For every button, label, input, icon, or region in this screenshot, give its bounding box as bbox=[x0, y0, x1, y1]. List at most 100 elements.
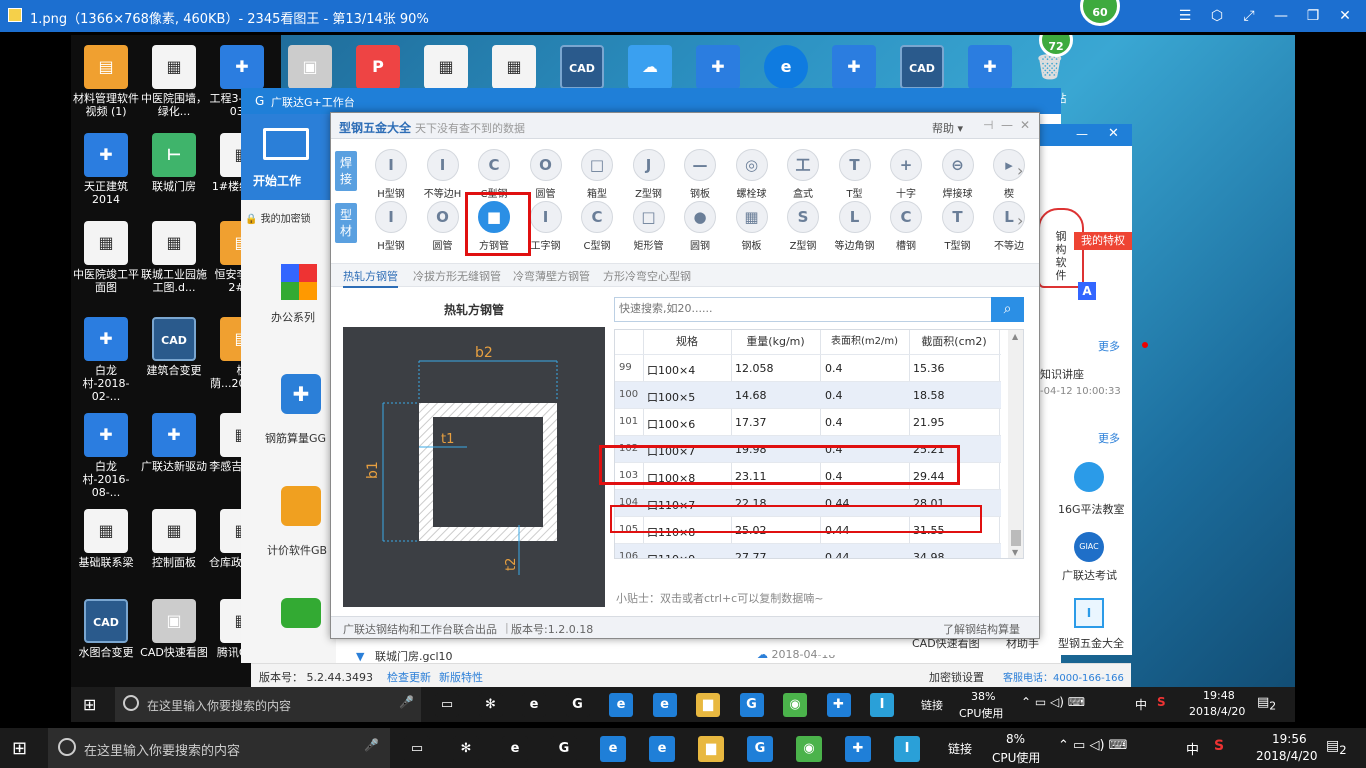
weld-shape-button[interactable]: □ 箱型 bbox=[575, 149, 619, 200]
fan-icon[interactable]: ✻ bbox=[478, 693, 503, 717]
recent-file[interactable]: 联城门房.gcl10 bbox=[375, 650, 453, 663]
desktop-icon[interactable]: ✚ 白龙村-2018-02-... bbox=[72, 317, 140, 403]
desktop-icon[interactable]: ▦ 控制面板 bbox=[140, 509, 208, 569]
footer-learn-link[interactable]: 了解钢结构算量 bbox=[943, 621, 1020, 637]
check-update-link[interactable]: 检查更新 bbox=[387, 669, 431, 685]
search-button[interactable]: ⌕ bbox=[991, 297, 1024, 322]
360-icon[interactable]: ◉ bbox=[783, 693, 807, 717]
profile-shape-button[interactable]: S Z型钢 bbox=[781, 201, 825, 252]
pin-icon[interactable]: ⊣ bbox=[983, 118, 993, 132]
chevron-right-icon[interactable]: › bbox=[1017, 211, 1023, 230]
explorer-icon[interactable]: ▆ bbox=[698, 736, 724, 762]
explorer-icon[interactable]: ▆ bbox=[696, 693, 720, 717]
special-badge[interactable]: 我的特权 bbox=[1074, 232, 1132, 250]
profile-shape-button[interactable]: □ 矩形管 bbox=[627, 201, 671, 252]
task-view-icon[interactable]: ▭ bbox=[435, 693, 459, 717]
outer-search-box[interactable]: 在这里输入你要搜索的内容 🎤 bbox=[48, 728, 390, 768]
scrollbar[interactable]: ▲ ▼ bbox=[1008, 330, 1023, 558]
weld-shape-button[interactable]: ◎ 螺栓球 bbox=[730, 149, 774, 200]
weld-shape-button[interactable]: — 钢板 bbox=[678, 149, 722, 200]
weld-shape-button[interactable]: I H型钢 bbox=[369, 149, 413, 200]
steel-lib-icon[interactable]: I bbox=[1074, 598, 1104, 628]
360-icon[interactable]: ◉ bbox=[796, 736, 822, 762]
desktop-icon[interactable]: ✚ 天正建筑2014 bbox=[72, 133, 140, 206]
header-weight[interactable]: 重量(kg/m) bbox=[731, 330, 820, 354]
gld-plus-icon[interactable]: ✚ bbox=[826, 693, 851, 717]
inner-sogou-icon[interactable]: S bbox=[1157, 695, 1166, 709]
lecture-title[interactable]: 知识讲座 bbox=[1040, 366, 1084, 382]
minimize-button[interactable]: — bbox=[1268, 4, 1294, 28]
desktop-icon[interactable]: ▦ 中医院竣工平面图 bbox=[72, 221, 140, 294]
table-row[interactable]: 106 口110×9 27.77 0.44 34.98 bbox=[615, 543, 1001, 558]
profile-shape-button[interactable]: L 等边角钢 bbox=[833, 201, 877, 252]
skin-icon[interactable]: ⬡ bbox=[1204, 4, 1230, 28]
outer-tray-icons[interactable]: ⌃ ▭ ◁) ⌨ bbox=[1058, 738, 1127, 753]
pricing-icon[interactable] bbox=[281, 486, 321, 526]
restore-button[interactable]: ❐ bbox=[1300, 4, 1326, 28]
tab-cold-drawn[interactable]: 冷拔方形无缝钢管 bbox=[413, 268, 501, 284]
scrollbar-thumb[interactable] bbox=[1011, 530, 1021, 546]
desktop-icon[interactable]: ▦ 联城工业园施工图.d... bbox=[140, 221, 208, 294]
gld-icon[interactable]: G bbox=[739, 693, 764, 717]
weld-shape-button[interactable]: ⊖ 焊接球 bbox=[936, 149, 980, 200]
book-icon[interactable] bbox=[1074, 462, 1104, 492]
profile-shape-button[interactable]: ▦ 钢板 bbox=[730, 201, 774, 252]
help-menu[interactable]: 帮助 ▾ bbox=[932, 120, 963, 136]
profile-shape-button[interactable]: L 不等边 bbox=[987, 201, 1031, 252]
weld-shape-button[interactable]: T T型 bbox=[833, 149, 877, 200]
more-link-2[interactable]: 更多 bbox=[1098, 430, 1120, 446]
gld-plus-icon[interactable]: ✚ bbox=[845, 736, 871, 762]
microphone-icon[interactable]: 🎤 bbox=[364, 738, 379, 752]
gld-icon[interactable]: G bbox=[747, 736, 773, 762]
desktop-icon[interactable]: ▦ 基础联系梁 bbox=[72, 509, 140, 569]
font-icon[interactable]: A bbox=[1078, 282, 1096, 300]
header-area[interactable]: 截面积(cm2) bbox=[909, 330, 999, 354]
microphone-icon[interactable]: 🎤 bbox=[399, 695, 414, 709]
weld-shape-button[interactable]: 工盒式 bbox=[781, 149, 825, 200]
table-row[interactable]: 101 口100×6 17.37 0.4 21.95 bbox=[615, 408, 1001, 435]
profile-shape-button[interactable]: O 圆管 bbox=[421, 201, 465, 252]
desktop-icon[interactable]: ✚ 广联达新驱动 bbox=[140, 413, 208, 473]
profile-shape-button[interactable]: I H型钢 bbox=[369, 201, 413, 252]
close-icon[interactable]: ✕ bbox=[1020, 118, 1030, 132]
category-weld[interactable]: 焊接 bbox=[335, 151, 357, 191]
edge-icon[interactable]: e bbox=[609, 693, 633, 717]
minimize-icon[interactable]: — bbox=[1001, 118, 1013, 132]
tab-hot-rolled[interactable]: 热轧方钢管 bbox=[343, 268, 398, 288]
close-button[interactable]: ✕ bbox=[1332, 4, 1358, 28]
profile-shape-button[interactable]: T T型钢 bbox=[936, 201, 980, 252]
ie-icon[interactable]: e bbox=[652, 693, 677, 717]
tab-cold-formed-hollow[interactable]: 方形冷弯空心型钢 bbox=[603, 268, 691, 284]
swirl-icon[interactable]: G bbox=[551, 736, 577, 762]
steel-handbook-icon[interactable]: I bbox=[870, 693, 894, 717]
profile-shape-button[interactable]: C 槽钢 bbox=[884, 201, 928, 252]
start-work-tile[interactable]: 开始工作 bbox=[241, 114, 336, 200]
outer-sogou-icon[interactable]: S bbox=[1214, 738, 1224, 754]
swirl-icon[interactable]: G bbox=[565, 693, 590, 717]
desktop-icon[interactable]: ▣ CAD快速看图 bbox=[140, 599, 208, 659]
category-profile[interactable]: 型材 bbox=[335, 203, 357, 243]
lock-settings-link[interactable]: 加密锁设置 bbox=[929, 669, 984, 685]
scroll-up-icon[interactable]: ▲ bbox=[1012, 332, 1018, 341]
desktop-icon[interactable]: ✚ 白龙村-2016-08-... bbox=[72, 413, 140, 499]
windows-start-icon[interactable]: ⊞ bbox=[12, 738, 27, 759]
desktop-icon[interactable]: ▦ 中医院围墙，绿化... bbox=[140, 45, 208, 118]
header-spec[interactable]: 规格 bbox=[643, 330, 731, 354]
desktop-icon[interactable]: CAD 水图合变更 bbox=[72, 599, 140, 659]
inner-link-label[interactable]: 链接 bbox=[921, 697, 943, 713]
rebar-icon[interactable]: ✚ bbox=[281, 374, 321, 414]
steel-handbook-icon[interactable]: I bbox=[894, 736, 920, 762]
tab-cold-formed-thin[interactable]: 冷弯薄壁方钢管 bbox=[513, 268, 590, 284]
fan-icon[interactable]: ✻ bbox=[453, 736, 479, 762]
inner-ime[interactable]: 中 bbox=[1135, 696, 1147, 713]
edge-icon[interactable]: e bbox=[600, 736, 626, 762]
more-link-1[interactable]: 更多 bbox=[1098, 338, 1120, 354]
desktop-icon[interactable]: CAD 建筑合变更 bbox=[140, 317, 208, 377]
exam-icon[interactable]: GIAC bbox=[1074, 532, 1104, 562]
app-icon[interactable] bbox=[281, 598, 321, 628]
outer-ime[interactable]: 中 bbox=[1186, 739, 1199, 758]
task-view-icon[interactable]: ▭ bbox=[404, 736, 430, 762]
minimize-icon[interactable]: — bbox=[1076, 127, 1088, 141]
browser-icon[interactable]: e bbox=[502, 736, 528, 762]
table-row[interactable]: 100 口100×5 14.68 0.4 18.58 bbox=[615, 381, 1001, 408]
